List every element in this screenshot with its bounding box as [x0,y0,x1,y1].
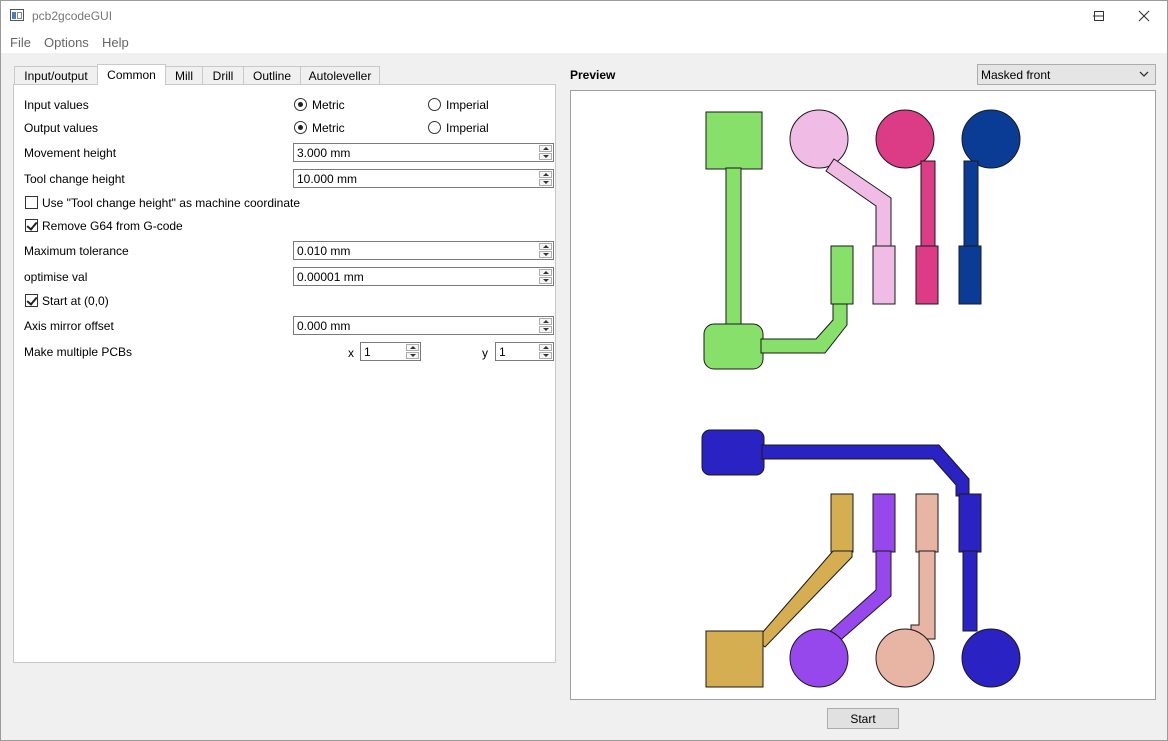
tab-common[interactable]: Common [97,64,166,85]
x-label: x [348,346,354,360]
output-imperial-label[interactable]: Imperial [446,121,489,135]
x-count-value[interactable]: 1 [364,345,371,359]
tab-drill[interactable]: Drill [202,66,244,84]
pcb-preview [570,90,1156,700]
chevron-down-icon [1139,71,1149,77]
spin-arrows-icon[interactable] [406,344,419,359]
remove-g64-checkbox[interactable] [25,219,38,232]
tool-change-height-value[interactable]: 10.000 mm [297,172,357,186]
app-icon [10,9,24,21]
title-bar: pcb2gcodeGUI [1,1,1167,31]
trace-navy [958,109,1021,305]
spin-arrows-icon[interactable] [539,171,552,186]
max-tolerance-spinbox[interactable]: 0.010 mm [293,241,554,260]
menu-options[interactable]: Options [44,35,89,50]
output-metric-label[interactable]: Metric [312,121,345,135]
axis-mirror-value[interactable]: 0.000 mm [297,319,350,333]
maximize-icon [1094,11,1104,21]
tab-autoleveller[interactable]: Autoleveller [300,66,380,84]
close-icon [1138,10,1150,22]
use-machine-coordinate-checkbox[interactable] [25,196,38,209]
window-title: pcb2gcodeGUI [32,9,113,23]
preview-mode-select[interactable]: Masked front [977,64,1156,85]
spin-arrows-icon[interactable] [539,243,552,258]
menu-file[interactable]: File [10,35,31,50]
y-count-value[interactable]: 1 [499,345,506,359]
spin-arrows-icon[interactable] [539,269,552,284]
start-button[interactable]: Start [827,708,899,729]
input-metric-label[interactable]: Metric [312,98,345,112]
output-values-label: Output values [24,121,99,135]
preview-title: Preview [570,68,616,82]
preview-mode-value[interactable]: Masked front [981,68,1050,82]
remove-g64-label[interactable]: Remove G64 from G-code [42,219,183,233]
spin-arrows-icon[interactable] [539,318,552,333]
start-at-origin-label[interactable]: Start at (0,0) [42,294,109,308]
input-metric-radio[interactable] [294,98,307,111]
movement-height-spinbox[interactable]: 3.000 mm [293,143,554,162]
output-metric-radio[interactable] [294,121,307,134]
spin-arrows-icon[interactable] [539,344,552,359]
menu-help[interactable]: Help [102,35,129,50]
movement-height-label: Movement height [24,146,117,160]
pcb-preview-canvas [701,109,1021,688]
tool-change-height-spinbox[interactable]: 10.000 mm [293,169,554,188]
y-label: y [482,346,488,360]
optimise-label: optimise val [24,270,88,284]
x-count-spinbox[interactable]: 1 [360,342,421,361]
y-count-spinbox[interactable]: 1 [495,342,554,361]
spin-arrows-icon[interactable] [539,145,552,160]
multiple-pcbs-label: Make multiple PCBs [24,345,133,359]
tab-outline[interactable]: Outline [243,66,301,84]
tool-change-height-label: Tool change height [24,172,125,186]
menu-bar [1,31,1167,53]
max-tolerance-label: Maximum tolerance [24,244,129,258]
app-window: pcb2gcodeGUI File Options Help Input/out… [0,0,1168,741]
tab-input-output[interactable]: Input/output [14,66,98,84]
use-machine-coordinate-label[interactable]: Use "Tool change height" as machine coor… [42,196,300,210]
tab-mill[interactable]: Mill [165,66,203,84]
close-button[interactable] [1121,1,1167,31]
input-values-label: Input values [24,98,89,112]
axis-mirror-label: Axis mirror offset [24,319,114,333]
output-imperial-radio[interactable] [428,121,441,134]
axis-mirror-spinbox[interactable]: 0.000 mm [293,316,554,335]
max-tolerance-value[interactable]: 0.010 mm [297,244,350,258]
movement-height-value[interactable]: 3.000 mm [297,146,350,160]
input-imperial-radio[interactable] [428,98,441,111]
optimise-spinbox[interactable]: 0.00001 mm [293,267,554,286]
optimise-value[interactable]: 0.00001 mm [297,270,364,284]
input-imperial-label[interactable]: Imperial [446,98,489,112]
maximize-button[interactable] [1076,1,1122,31]
start-at-origin-checkbox[interactable] [25,294,38,307]
